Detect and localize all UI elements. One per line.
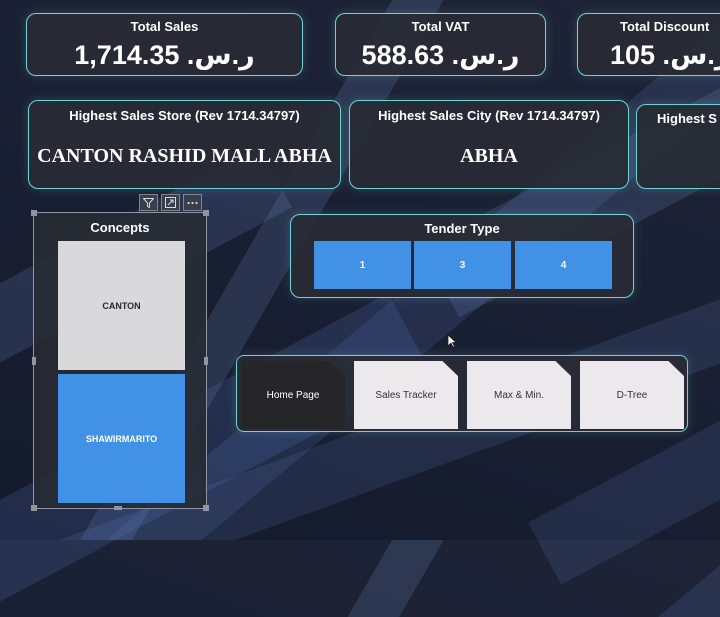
kpi-title: Total Discount <box>620 19 710 34</box>
nav-button-label: Max & Min. <box>493 389 544 401</box>
kpi-card-highest-store: Highest Sales Store (Rev 1714.34797) CAN… <box>28 100 341 189</box>
nav-button-home-page[interactable]: Home Page <box>241 361 345 429</box>
resize-handle[interactable] <box>114 506 122 510</box>
visual-header-toolbar <box>139 194 202 213</box>
tender-option-label: 1 <box>359 259 366 271</box>
filter-icon[interactable] <box>139 194 158 211</box>
treemap-tile-canton[interactable]: CANTON <box>58 241 185 370</box>
resize-handle[interactable] <box>31 505 37 511</box>
mouse-cursor-icon <box>447 334 457 348</box>
resize-handle[interactable] <box>203 505 209 511</box>
kpi-value: 588.63 .ر.س <box>361 40 520 70</box>
kpi-value: 105 .ر.س <box>610 40 720 70</box>
resize-handle[interactable] <box>204 357 208 365</box>
tender-option-3[interactable]: 3 <box>414 241 511 289</box>
tender-type-title: Tender Type <box>424 221 500 236</box>
resize-handle[interactable] <box>32 357 36 365</box>
kpi-title: Highest S <box>657 111 717 126</box>
nav-button-label: Sales Tracker <box>375 389 437 401</box>
treemap-tile-shawirmarito[interactable]: SHAWIRMARITO <box>58 374 185 503</box>
kpi-title: Total VAT <box>411 19 470 34</box>
tender-option-1[interactable]: 1 <box>314 241 411 289</box>
concepts-title: Concepts <box>90 220 150 235</box>
kpi-title: Total Sales <box>130 19 199 34</box>
kpi-value: CANTON RASHID MALL ABHA <box>37 145 332 167</box>
kpi-card-total-vat: Total VAT 588.63 .ر.س <box>335 13 546 76</box>
kpi-card-total-discount: Total Discount 105 .ر.س <box>577 13 720 76</box>
tender-option-label: 4 <box>560 259 567 271</box>
kpi-card-highest-partial: Highest S <box>636 104 720 189</box>
tender-option-4[interactable]: 4 <box>515 241 612 289</box>
nav-button-label: Home Page <box>266 389 320 401</box>
kpi-title: Highest Sales City (Rev 1714.34797) <box>378 108 600 123</box>
tile-label: CANTON <box>102 300 141 311</box>
resize-handle[interactable] <box>31 210 37 216</box>
kpi-value: ABHA <box>460 145 518 167</box>
kpi-value: 1,714.35 .ر.س <box>74 40 255 70</box>
nav-button-max-min[interactable]: Max & Min. <box>467 361 571 429</box>
concepts-treemap[interactable]: Concepts CANTON SHAWIRMARITO <box>31 210 209 511</box>
nav-button-sales-tracker[interactable]: Sales Tracker <box>354 361 458 429</box>
focus-mode-icon[interactable] <box>161 194 180 211</box>
more-options-icon[interactable] <box>183 194 202 211</box>
tile-label: SHAWIRMARITO <box>85 433 158 444</box>
tender-option-label: 3 <box>459 259 466 271</box>
nav-button-label: D-Tree <box>616 389 648 401</box>
resize-handle[interactable] <box>203 210 209 216</box>
nav-button-d-tree[interactable]: D-Tree <box>580 361 684 429</box>
kpi-card-highest-city: Highest Sales City (Rev 1714.34797) ABHA <box>349 100 629 189</box>
kpi-title: Highest Sales Store (Rev 1714.34797) <box>69 108 300 123</box>
kpi-card-total-sales: Total Sales 1,714.35 .ر.س <box>26 13 303 76</box>
